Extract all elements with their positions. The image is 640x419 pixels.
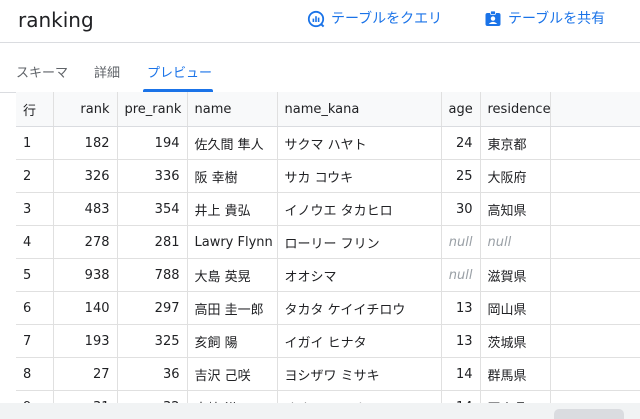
- cell-name-kana: イガイ ヒナタ: [277, 324, 442, 358]
- cell-pre-rank: 194: [117, 126, 188, 160]
- share-table-label: テーブルを共有: [508, 11, 606, 27]
- table-row: 7 193 325 亥飼 陽イガイ ヒナタ 13 茨城県: [16, 324, 640, 358]
- cell-pre-rank: 354: [117, 192, 188, 226]
- cell-rank: 27: [53, 357, 118, 391]
- preview-table-container[interactable]: 行 rank pre_rank name name_kana age resid…: [16, 92, 640, 419]
- table-row: 1 182 194 佐久間 隼人 サクマ ハヤト 24 東京都: [16, 126, 640, 160]
- cell-row-number: 7: [16, 324, 54, 358]
- table-body: 1 182 194 佐久間 隼人 サクマ ハヤト 24 東京都 2 326 336 阪 幸樹 サカ コ…: [16, 126, 640, 419]
- cell-age: 30: [441, 192, 481, 226]
- cell-rank: 182: [53, 126, 118, 160]
- cell-age: null: [441, 258, 481, 292]
- table-row: 2 326 336 阪 幸樹 サカ コウキ 25 大阪府: [16, 159, 640, 193]
- cell-residence: 滋賀県: [480, 258, 551, 292]
- cell-filler: [550, 357, 640, 391]
- cell-filler: [550, 159, 640, 193]
- cell-name: 高田 圭一郎: [187, 291, 278, 325]
- cell-name: 佐久間 隼人: [187, 126, 278, 160]
- cell-name: 井上 貴弘: [187, 192, 278, 226]
- person-badge-icon: [485, 10, 501, 26]
- query-table-button[interactable]: テーブルをクエリ: [307, 9, 442, 29]
- cell-filler: [550, 324, 640, 358]
- cell-age: 25: [441, 159, 481, 193]
- preview-table: 行 rank pre_rank name name_kana age resid…: [16, 92, 640, 419]
- cell-name: 吉沢 己咲: [187, 357, 278, 391]
- cell-name-kana: イノウエ タカヒロ: [277, 192, 442, 226]
- header-bar: ranking テーブルをクエリ テーブルを共有: [0, 0, 640, 42]
- table-title: ranking: [18, 8, 94, 32]
- cell-rank: 278: [53, 225, 118, 259]
- cell-name-kana: サクマ ハヤト: [277, 126, 442, 160]
- cell-row-number: 4: [16, 225, 54, 259]
- header-divider: [0, 42, 640, 43]
- cell-name-kana: オオシマ: [277, 258, 442, 292]
- cell-residence: 東京都: [480, 126, 551, 160]
- cell-pre-rank: 297: [117, 291, 188, 325]
- cell-pre-rank: 336: [117, 159, 188, 193]
- cell-pre-rank: 281: [117, 225, 188, 259]
- cell-age: 13: [441, 324, 481, 358]
- column-header-age: age: [441, 92, 481, 127]
- cell-residence: 茨城県: [480, 324, 551, 358]
- cell-row-number: 6: [16, 291, 54, 325]
- table-row: 8 27 36 吉沢 己咲 ヨシザワ ミサキ 14 群馬県: [16, 357, 640, 391]
- cell-residence: 群馬県: [480, 357, 551, 391]
- query-table-label: テーブルをクエリ: [331, 11, 443, 27]
- column-header-name: name: [187, 92, 278, 127]
- cell-residence: 岡山県: [480, 291, 551, 325]
- table-row: 4 278 281 Lawry Flynn ローリー フリン null null: [16, 225, 640, 259]
- cell-residence: 高知県: [480, 192, 551, 226]
- column-header-filler: [550, 92, 640, 127]
- cell-row-number: 1: [16, 126, 54, 160]
- column-header-row-number: 行: [16, 92, 54, 127]
- tab-bar: スキーマ 詳細 プレビュー: [0, 60, 640, 92]
- cell-name: 亥飼 陽: [187, 324, 278, 358]
- share-table-button[interactable]: テーブルを共有: [484, 9, 605, 29]
- cell-name: 大島 英晃: [187, 258, 278, 292]
- table-row: 3 483 354 井上 貴弘 イノウエ タカヒロ 30 高知県: [16, 192, 640, 226]
- cell-pre-rank: 325: [117, 324, 188, 358]
- cell-row-number: 2: [16, 159, 54, 193]
- cell-age: null: [441, 225, 481, 259]
- tab-preview[interactable]: プレビュー: [147, 66, 212, 82]
- query-icon: [307, 10, 325, 28]
- column-header-residence: residence: [480, 92, 551, 127]
- table-header-row: 行 rank pre_rank name name_kana age resid…: [16, 92, 640, 127]
- cell-filler: [550, 258, 640, 292]
- cell-filler: [550, 192, 640, 226]
- cell-pre-rank: 788: [117, 258, 188, 292]
- cell-name-kana: ローリー フリン: [277, 225, 442, 259]
- cell-name: Lawry Flynn: [187, 225, 278, 259]
- cell-filler: [550, 126, 640, 160]
- cell-name-kana: サカ コウキ: [277, 159, 442, 193]
- tab-schema[interactable]: スキーマ: [16, 66, 68, 82]
- table-row: 5 938 788 大島 英晃 オオシマ null 滋賀県: [16, 258, 640, 292]
- cell-rank: 326: [53, 159, 118, 193]
- cell-rank: 483: [53, 192, 118, 226]
- column-header-name-kana: name_kana: [277, 92, 442, 127]
- cell-age: 13: [441, 291, 481, 325]
- cell-name-kana: タカタ ケイイチロウ: [277, 291, 442, 325]
- scrollbar-thumb[interactable]: [554, 409, 624, 419]
- cell-row-number: 8: [16, 357, 54, 391]
- cell-rank: 938: [53, 258, 118, 292]
- cell-residence: 大阪府: [480, 159, 551, 193]
- table-row: 6 140 297 高田 圭一郎 タカタ ケイイチロウ 13 岡山県: [16, 291, 640, 325]
- cell-pre-rank: 36: [117, 357, 188, 391]
- cell-residence: null: [480, 225, 551, 259]
- horizontal-scrollbar[interactable]: [0, 403, 640, 419]
- cell-row-number: 3: [16, 192, 54, 226]
- column-header-pre-rank: pre_rank: [117, 92, 188, 127]
- cell-rank: 140: [53, 291, 118, 325]
- cell-rank: 193: [53, 324, 118, 358]
- column-header-rank: rank: [53, 92, 118, 127]
- cell-filler: [550, 225, 640, 259]
- tab-details[interactable]: 詳細: [94, 66, 120, 82]
- cell-name-kana: ヨシザワ ミサキ: [277, 357, 442, 391]
- cell-name: 阪 幸樹: [187, 159, 278, 193]
- cell-age: 14: [441, 357, 481, 391]
- cell-row-number: 5: [16, 258, 54, 292]
- cell-age: 24: [441, 126, 481, 160]
- cell-filler: [550, 291, 640, 325]
